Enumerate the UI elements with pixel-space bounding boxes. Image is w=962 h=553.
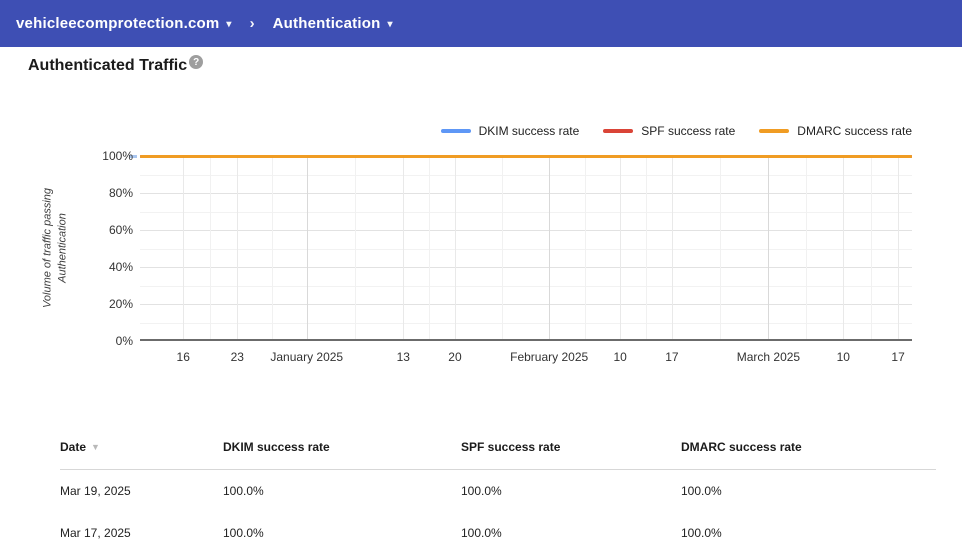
column-header-label: Date [60,440,87,454]
y-tick-label: 60% [108,223,133,237]
gridline-vertical [454,156,456,339]
table-row: Mar 19, 2025 100.0% 100.0% 100.0% [60,470,936,512]
sort-descending-icon: ▼ [91,442,100,452]
gridline-vertical-minor [272,156,273,339]
gridline-vertical [183,156,185,339]
x-day-label: 20 [448,350,462,364]
legend-swatch [603,129,634,133]
gridline-horizontal [140,267,912,268]
legend-item-spf[interactable]: SPF success rate [603,124,735,138]
gridline-horizontal [140,304,912,305]
cell-rate: 100.0% [461,484,502,498]
gridline-vertical [403,156,405,339]
chevron-down-icon: ▾ [226,19,232,30]
gridline-horizontal [140,211,912,213]
column-header-label: DKIM success rate [223,440,330,454]
table-body: Mar 19, 2025 100.0% 100.0% 100.0% Mar 17, 20… [60,470,936,553]
cell-rate: 100.0% [681,526,722,540]
gridline-vertical [671,156,673,339]
x-day-label: 10 [836,350,850,364]
section-dropdown[interactable]: Authentication ▾ [273,15,393,32]
gridline-vertical [549,156,551,339]
column-header-spf-success-rate[interactable]: SPF success rate [461,440,681,454]
gridline-horizontal [140,230,912,231]
x-day-label: 16 [176,350,190,364]
gridline-vertical-minor [720,156,722,339]
x-month-label: January 2025 [270,350,344,364]
cell-rate: 100.0% [223,484,264,498]
gridline-vertical [620,156,622,339]
y-tick-label: 80% [108,186,133,200]
gridline-vertical [898,156,900,339]
gridline-vertical-minor [210,156,212,339]
page-title-row: Authenticated Traffic ? [28,55,204,75]
gridline-vertical-minor [355,156,356,339]
y-tick-label: 20% [108,297,133,311]
x-day-label: 23 [230,350,244,364]
x-day-label: 17 [891,350,905,364]
x-day-label: 10 [613,350,627,364]
gridline-vertical [306,156,308,339]
column-header-dkim-success-rate[interactable]: DKIM success rate [223,440,461,454]
legend-swatch [759,129,790,133]
gridline-vertical [237,156,239,339]
domain-name: vehicleecomprotection.com [16,15,220,32]
help-icon[interactable]: ? [189,55,204,69]
y-tick-label: 100% [102,149,133,163]
gridline-vertical-minor [502,156,504,339]
page-title: Authenticated Traffic [28,57,188,74]
gridline-vertical-minor [870,156,872,339]
legend-label: SPF success rate [641,124,736,138]
gridline-vertical-minor [805,156,807,339]
gridline-vertical [768,156,770,339]
cell-date: Mar 19, 2025 [60,484,131,498]
x-month-label: February 2025 [510,350,589,364]
cell-rate: 100.0% [681,484,722,498]
x-day-label: 13 [396,350,410,364]
cell-date: Mar 17, 2025 [60,526,131,540]
gridline-vertical-minor [429,156,431,339]
gridline-horizontal [140,193,912,194]
column-header-label: DMARC success rate [681,440,802,454]
cell-rate: 100.0% [461,526,502,540]
series-line-dmarc [140,154,912,158]
postmaster-page: vehicleecomprotection.com ▾ › Authentica… [0,0,962,553]
column-header-date[interactable]: Date ▼ [60,440,223,454]
column-header-dmarc-success-rate[interactable]: DMARC success rate [681,440,936,454]
legend-label: DMARC success rate [797,124,912,138]
x-month-label: March 2025 [736,350,801,364]
top-navigation-bar: vehicleecomprotection.com ▾ › Authentica… [0,0,962,47]
domain-dropdown[interactable]: vehicleecomprotection.com ▾ [16,15,232,32]
chevron-down-icon: ▾ [387,19,393,30]
column-header-label: SPF success rate [461,440,561,454]
table-header-row: Date ▼ DKIM success rate SPF success rate DM… [60,440,936,470]
section-name: Authentication [272,15,381,32]
breadcrumb-chevron-icon: › [249,15,255,32]
legend-swatch [440,129,471,133]
gridline-horizontal [140,285,912,287]
chart-plot-area [140,154,912,341]
y-tick-label: 40% [108,260,133,274]
gridline-horizontal [140,174,912,176]
legend-item-dmarc[interactable]: DMARC success rate [759,124,912,138]
y-tick-label: 0% [115,334,133,348]
gridline-horizontal [140,248,912,250]
table-row: Mar 17, 2025 100.0% 100.0% 100.0% [60,512,936,553]
auth-rates-table: Date ▼ DKIM success rate SPF success rate DM… [60,440,936,553]
legend-label: DKIM success rate [478,124,580,138]
cell-rate: 100.0% [223,526,264,540]
chart-legend: DKIM success rate SPF success rate DMARC s… [440,124,912,138]
x-day-label: 17 [665,350,679,364]
gridline-vertical-minor [584,156,586,339]
gridline-vertical [843,156,845,339]
gridline-horizontal [140,322,912,324]
y-axis-title: Volume of traffic passing Authentication [41,187,69,309]
gridline-vertical-minor [646,156,648,339]
legend-item-dkim[interactable]: DKIM success rate [440,124,580,138]
